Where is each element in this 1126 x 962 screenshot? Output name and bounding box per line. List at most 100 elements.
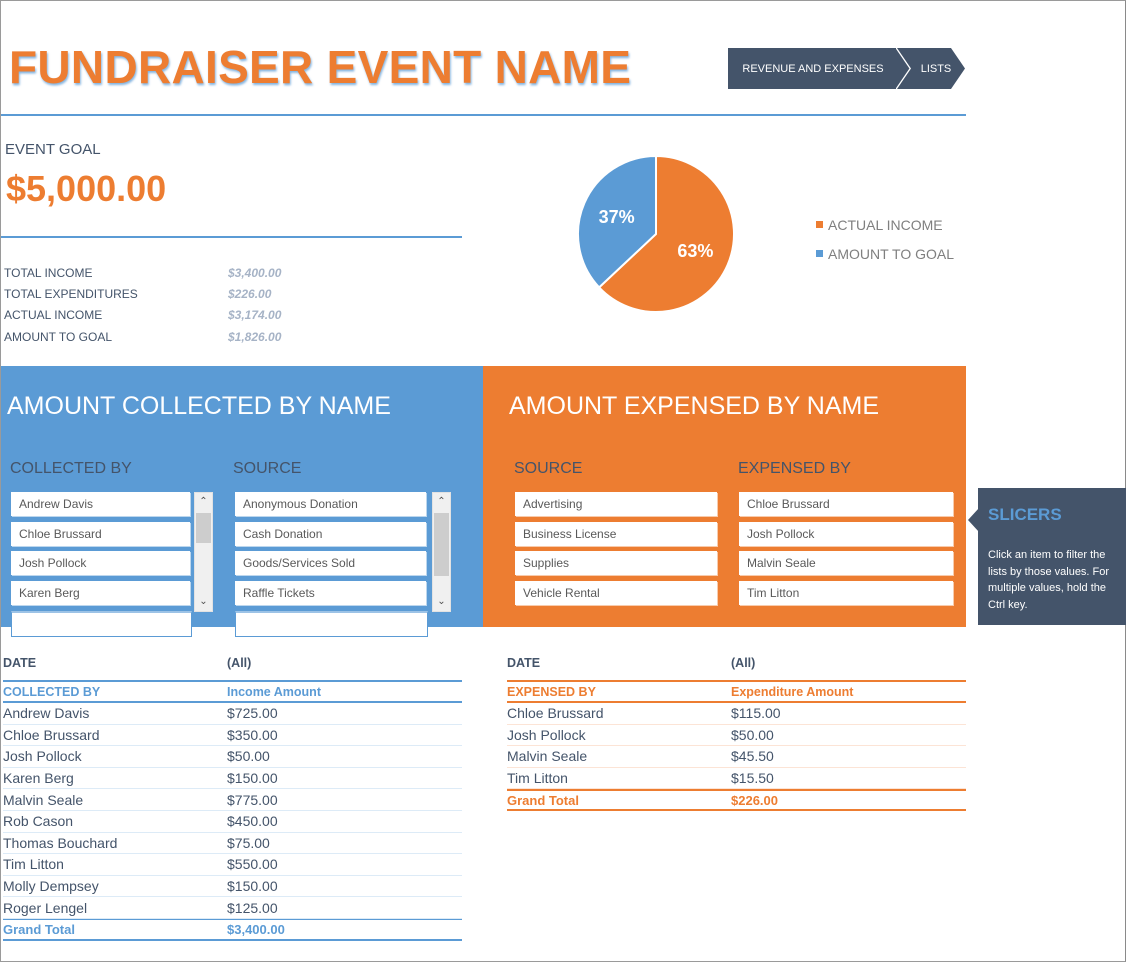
callout-title: SLICERS: [988, 505, 1062, 524]
scroll-down-icon[interactable]: ⌄: [195, 594, 212, 610]
pivot-rows: Andrew Davis $725.00 Chloe Brussard $350.00…: [3, 703, 462, 919]
slicer-collected-by-scrollbar[interactable]: ⌃ ⌄: [194, 492, 213, 612]
table-row[interactable]: Tim Litton $15.50: [507, 768, 966, 790]
table-row[interactable]: Chloe Brussard $350.00: [3, 725, 462, 747]
table-row[interactable]: Malvin Seale $45.50: [507, 746, 966, 768]
table-row[interactable]: Tim Litton $550.00: [3, 854, 462, 876]
page-title: FUNDRAISER EVENT NAME: [9, 41, 632, 93]
filter-label: DATE: [3, 656, 37, 670]
slicer-item-partial[interactable]: [235, 610, 428, 637]
slicer-item[interactable]: Raffle Tickets: [235, 581, 426, 606]
table-row[interactable]: Rob Cason $450.00: [3, 811, 462, 833]
slicer-item[interactable]: Goods/Services Sold: [235, 551, 426, 576]
row-name: Tim Litton: [3, 856, 64, 873]
row-name: Chloe Brussard: [507, 705, 604, 722]
slicer-income-source: Anonymous Donation Cash Donation Goods/S…: [235, 492, 428, 637]
row-name: Josh Pollock: [3, 748, 82, 765]
table-row[interactable]: Andrew Davis $725.00: [3, 703, 462, 725]
table-row[interactable]: Malvin Seale $775.00: [3, 789, 462, 811]
pivot-header-row: COLLECTED BY Income Amount: [3, 680, 462, 703]
row-name: Malvin Seale: [3, 791, 84, 808]
summary-label: AMOUNT TO GOAL: [4, 329, 113, 344]
slicers-callout: SLICERS Click an item to filter the list…: [978, 488, 1126, 625]
slicer-header-expensed-by: EXPENSED BY: [738, 460, 851, 477]
expensed-panel: AMOUNT EXPENSED BY NAME SOURCE Advertisi…: [483, 366, 966, 627]
pie-data-label: 63%: [677, 241, 713, 261]
table-row[interactable]: Karen Berg $150.00: [3, 768, 462, 790]
row-name: Rob Cason: [3, 813, 74, 830]
expense-pivot-table: DATE (All) EXPENSED BY Expenditure Amoun…: [507, 652, 966, 812]
slicer-item[interactable]: Andrew Davis: [11, 492, 190, 516]
scroll-down-icon[interactable]: ⌄: [433, 594, 450, 610]
row-name: Thomas Bouchard: [3, 834, 118, 851]
slicer-item[interactable]: Tim Litton: [739, 581, 953, 606]
legend-label: ACTUAL INCOME: [828, 216, 943, 233]
slicer-source-scrollbar[interactable]: ⌃ ⌄: [432, 492, 451, 612]
table-row[interactable]: Josh Pollock $50.00: [3, 746, 462, 768]
column-header[interactable]: Expenditure Amount: [731, 685, 853, 699]
row-amount: $450.00: [227, 813, 278, 830]
scroll-up-icon[interactable]: ⌃: [195, 494, 212, 510]
slicer-header-collected-by: COLLECTED BY: [10, 460, 132, 477]
summary-row-total-expenditures: TOTAL EXPENDITURES $226.00: [4, 283, 304, 304]
slicer-header-source: SOURCE: [514, 460, 583, 477]
pivot-header-row: EXPENSED BY Expenditure Amount: [507, 680, 966, 703]
nav-revenue-and-expenses[interactable]: REVENUE AND EXPENSES: [728, 48, 910, 89]
collected-panel-title: AMOUNT COLLECTED BY NAME: [7, 392, 391, 420]
column-header[interactable]: EXPENSED BY: [507, 685, 731, 699]
slicer-item[interactable]: Josh Pollock: [739, 521, 953, 546]
summary-value: $1,826.00: [228, 329, 282, 344]
slicer-expensed-by: Chloe Brussard Josh Pollock Malvin Seale…: [739, 492, 953, 611]
slicer-item[interactable]: Vehicle Rental: [515, 581, 717, 606]
slicer-item[interactable]: Anonymous Donation: [235, 492, 426, 516]
filter-value-dropdown[interactable]: (All): [227, 656, 251, 670]
row-amount: $150.00: [227, 770, 278, 787]
summary-value: $226.00: [228, 286, 272, 301]
slicer-item[interactable]: Karen Berg: [11, 581, 190, 606]
slicer-item-partial[interactable]: [11, 610, 192, 637]
summary-value: $3,400.00: [228, 265, 282, 280]
row-amount: $50.00: [731, 726, 774, 743]
pivot-filter-date: DATE (All): [3, 652, 462, 674]
summary-row-amount-to-goal: AMOUNT TO GOAL $1,826.00: [4, 326, 304, 347]
table-row[interactable]: Thomas Bouchard $75.00: [3, 833, 462, 855]
row-name: Josh Pollock: [507, 726, 586, 743]
slicer-item[interactable]: Chloe Brussard: [739, 492, 953, 516]
scroll-thumb[interactable]: [434, 513, 449, 576]
row-amount: $15.50: [731, 770, 774, 787]
scroll-up-icon[interactable]: ⌃: [433, 494, 450, 510]
summary-label: TOTAL EXPENDITURES: [4, 286, 138, 301]
row-amount: $125.00: [227, 899, 278, 916]
slicer-item[interactable]: Chloe Brussard: [11, 521, 190, 546]
pivot-filter-date: DATE (All): [507, 652, 966, 674]
slicer-item[interactable]: Josh Pollock: [11, 551, 190, 576]
row-name: Molly Dempsey: [3, 878, 99, 895]
scroll-thumb[interactable]: [196, 513, 211, 543]
row-amount: $150.00: [227, 878, 278, 895]
table-row[interactable]: Roger Lengel $125.00: [3, 897, 462, 919]
slicer-item[interactable]: Cash Donation: [235, 521, 426, 546]
slicer-expense-source: Advertising Business License Supplies Ve…: [515, 492, 717, 611]
pivot-grand-total: Grand Total $3,400.00: [3, 918, 462, 941]
slicer-collected-by: Andrew Davis Chloe Brussard Josh Pollock…: [11, 492, 192, 637]
table-row[interactable]: Josh Pollock $50.00: [507, 725, 966, 747]
expensed-panel-title: AMOUNT EXPENSED BY NAME: [509, 392, 879, 420]
table-row[interactable]: Molly Dempsey $150.00: [3, 876, 462, 898]
slicer-item[interactable]: Business License: [515, 521, 717, 546]
goal-pie-chart[interactable]: 63% 37%: [574, 152, 738, 316]
legend-swatch-blue: [816, 250, 823, 257]
row-amount: $50.00: [227, 748, 270, 765]
pie-data-label: 37%: [599, 207, 635, 227]
goal-divider: [1, 236, 462, 238]
column-header[interactable]: Income Amount: [227, 685, 321, 699]
summary-label: TOTAL INCOME: [4, 265, 93, 280]
filter-value-dropdown[interactable]: (All): [731, 656, 755, 670]
row-name: Roger Lengel: [3, 899, 88, 916]
slicer-item[interactable]: Advertising: [515, 492, 717, 516]
column-header[interactable]: COLLECTED BY: [3, 685, 227, 699]
legend-label: AMOUNT TO GOAL: [828, 245, 955, 262]
slicer-item[interactable]: Malvin Seale: [739, 551, 953, 576]
summary-list: TOTAL INCOME $3,400.00 TOTAL EXPENDITURE…: [4, 262, 304, 347]
slicer-item[interactable]: Supplies: [515, 551, 717, 576]
table-row[interactable]: Chloe Brussard $115.00: [507, 703, 966, 725]
